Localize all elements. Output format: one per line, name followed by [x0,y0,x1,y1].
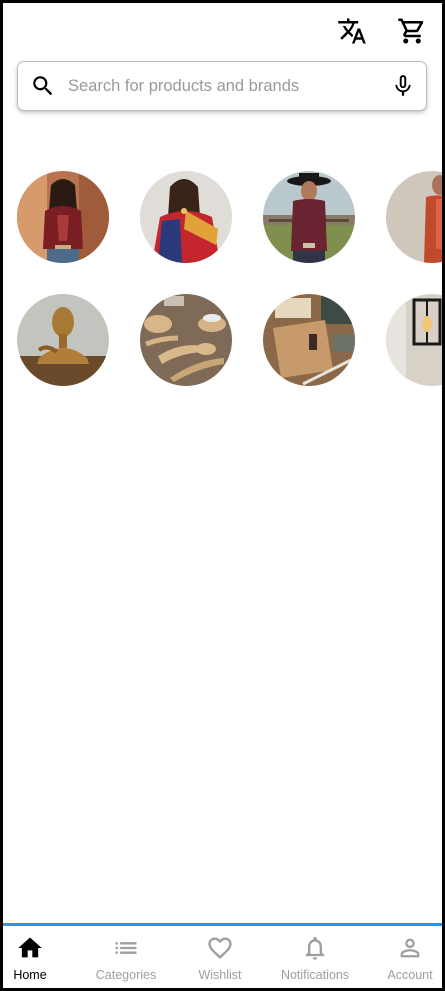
category-circle-lighting-lamp[interactable] [386,294,442,386]
bell-icon [305,936,325,960]
category-circle-men-shirt[interactable] [386,171,442,263]
nav-label-account: Account [387,968,433,982]
search-bar[interactable] [17,61,427,111]
category-image [140,294,232,386]
translate-button[interactable] [336,15,368,47]
nav-item-home[interactable]: Home [3,926,75,988]
home-icon [18,937,42,958]
category-image [17,171,109,263]
nav-label-categories: Categories [95,968,157,982]
bottom-navigation: Home Categories Wishlist Notifications A… [3,923,442,988]
category-circle-saree[interactable] [140,171,232,263]
category-image [386,294,442,386]
category-image [17,294,109,386]
nav-label-home: Home [13,968,47,982]
category-image [263,171,355,263]
translate-icon [338,18,366,44]
top-bar [3,3,442,61]
nav-item-notifications[interactable]: Notifications [270,926,360,988]
search-icon [33,76,53,96]
category-circle-wooden-kitchenware[interactable] [140,294,232,386]
nav-item-wishlist[interactable]: Wishlist [175,926,265,988]
heart-icon [208,937,232,959]
category-circle-women-ethnic-top[interactable] [17,171,109,263]
category-circle-stationery-notebook[interactable] [263,294,355,386]
nav-item-categories[interactable]: Categories [81,926,171,988]
nav-label-wishlist: Wishlist [198,968,242,982]
category-image [386,171,442,263]
nav-label-notifications: Notifications [280,968,350,982]
microphone-icon[interactable] [390,73,416,99]
category-image [263,294,355,386]
search-input[interactable] [68,70,378,102]
nav-item-account[interactable]: Account [365,926,442,988]
person-icon [400,938,420,958]
category-image [140,171,232,263]
cart-button[interactable] [396,15,428,47]
shopping-cart-icon [398,18,424,44]
category-circle-decor-statue[interactable] [17,294,109,386]
app-screen: Home Categories Wishlist Notifications A… [0,0,445,991]
category-circle-western-shirt[interactable] [263,171,355,263]
list-icon [115,942,137,954]
